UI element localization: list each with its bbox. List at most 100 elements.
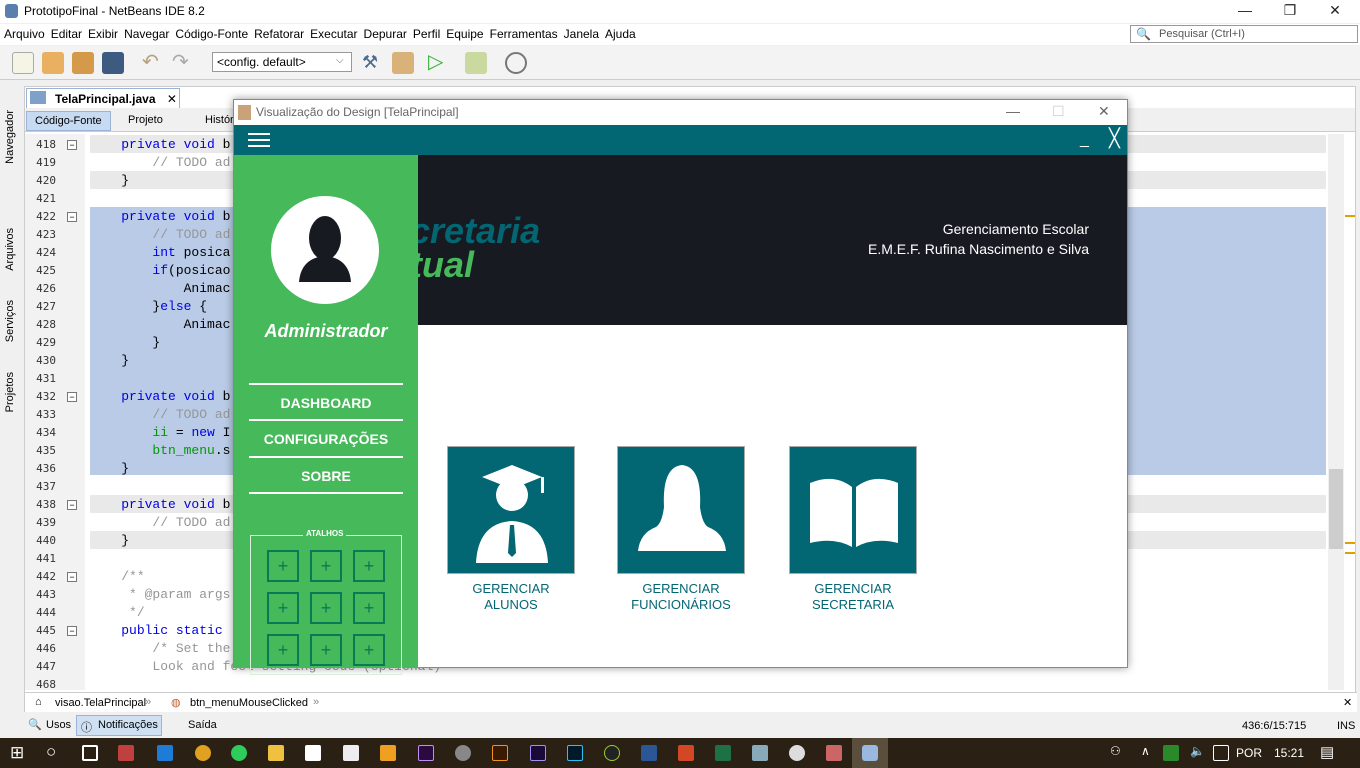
scroll-thumb[interactable] — [1329, 469, 1343, 549]
build-icon[interactable]: ⚒ — [362, 52, 384, 74]
file-tab[interactable]: TelaPrincipal.java ✕ — [26, 88, 180, 108]
code-line[interactable]: btn_menu.s — [90, 442, 230, 460]
tab-saida[interactable]: Saída — [188, 719, 217, 731]
code-line[interactable]: /** — [90, 568, 144, 586]
menu-item[interactable]: Editar — [51, 27, 82, 41]
menu-item[interactable]: Equipe — [446, 27, 483, 41]
undo-icon[interactable]: ↶ — [142, 52, 164, 74]
fold-icon[interactable]: − — [67, 572, 77, 582]
app-icon[interactable] — [455, 745, 471, 761]
code-line[interactable]: private void b — [90, 136, 230, 154]
powerpoint-icon[interactable] — [678, 745, 694, 761]
language-indicator[interactable]: POR — [1236, 746, 1262, 760]
vectr-icon[interactable] — [380, 745, 396, 761]
menu-item[interactable]: Ajuda — [605, 27, 636, 41]
app-icon[interactable] — [826, 745, 842, 761]
battery-app-icon[interactable] — [1163, 745, 1179, 761]
side-tab-navegador[interactable]: Navegador — [4, 110, 16, 164]
app-chart-icon[interactable] — [118, 745, 134, 761]
fold-icon[interactable]: − — [67, 140, 77, 150]
breadcrumb-method[interactable]: btn_menuMouseClicked — [190, 697, 308, 709]
clean-build-icon[interactable] — [392, 52, 414, 74]
run-icon[interactable]: ▷ — [428, 52, 450, 74]
task-view-icon[interactable] — [82, 745, 98, 761]
tile-button[interactable] — [447, 446, 575, 574]
tile-button[interactable] — [617, 446, 745, 574]
windows-start-icon[interactable]: ⊞ — [10, 743, 24, 763]
open-project-icon[interactable] — [72, 52, 94, 74]
code-line[interactable]: }else { — [90, 298, 207, 316]
search-input[interactable]: Pesquisar (Ctrl+I) — [1130, 25, 1358, 43]
code-line[interactable]: Animac — [90, 280, 231, 298]
code-line[interactable]: if(posicao — [90, 262, 230, 280]
profile-icon[interactable] — [505, 52, 527, 74]
debug-icon[interactable] — [465, 52, 487, 74]
code-line[interactable]: // TODO ad — [90, 226, 230, 244]
shortcut-add-button[interactable]: + — [353, 592, 385, 624]
side-tab-projetos[interactable]: Projetos — [4, 372, 16, 412]
tab-codigo-fonte[interactable]: Código-Fonte — [26, 111, 111, 131]
config-select[interactable]: <config. default> — [212, 52, 352, 72]
code-line[interactable]: // TODO ad — [90, 406, 230, 424]
menu-item[interactable]: Depurar — [364, 27, 407, 41]
tab-projeto[interactable]: Projeto — [120, 111, 171, 131]
code-line[interactable]: private void b — [90, 496, 230, 514]
notifications-icon[interactable]: ▤ — [1320, 743, 1334, 761]
close-breadcrumb-icon[interactable]: ✕ — [1343, 696, 1352, 709]
close-tab-icon[interactable]: ✕ — [167, 92, 177, 106]
menu-item[interactable]: Código-Fonte — [175, 27, 248, 41]
new-file-icon[interactable] — [12, 52, 34, 74]
after-effects-icon[interactable] — [530, 745, 546, 761]
fold-icon[interactable]: − — [67, 626, 77, 636]
inkscape-icon[interactable] — [604, 745, 620, 761]
minimize-button[interactable]: — — [1006, 103, 1020, 119]
shortcut-add-button[interactable]: + — [310, 592, 342, 624]
app-icon[interactable] — [789, 745, 805, 761]
shortcut-add-button[interactable]: + — [353, 550, 385, 582]
code-line[interactable]: Animac — [90, 316, 231, 334]
side-tab-servicos[interactable]: Serviços — [4, 300, 16, 342]
code-line[interactable]: * @param args — [90, 586, 230, 604]
code-line[interactable]: public static — [90, 622, 222, 640]
maximize-button[interactable]: ❐ — [1275, 2, 1305, 19]
app-close-icon[interactable]: ╳ — [1109, 128, 1120, 149]
mail-icon[interactable] — [343, 745, 359, 761]
menu-configuracoes[interactable]: CONFIGURAÇÕES — [249, 421, 403, 457]
whatsapp-icon[interactable] — [231, 745, 247, 761]
tile-label[interactable]: GERENCIAR FUNCIONÁRIOS — [611, 581, 751, 613]
cortana-icon[interactable]: ○ — [46, 742, 56, 762]
breadcrumb-class[interactable]: visao.TelaPrincipal — [55, 697, 146, 709]
shortcut-add-button[interactable]: + — [267, 550, 299, 582]
code-line[interactable]: } — [90, 352, 129, 370]
shortcut-add-button[interactable]: + — [310, 634, 342, 666]
word-icon[interactable] — [641, 745, 657, 761]
app-minimize-icon[interactable]: _ — [1080, 131, 1089, 149]
menu-dashboard[interactable]: DASHBOARD — [249, 385, 403, 421]
file-explorer-icon[interactable] — [268, 745, 284, 761]
menu-sobre[interactable]: SOBRE — [249, 458, 403, 494]
close-button[interactable]: ✕ — [1320, 2, 1350, 19]
redo-icon[interactable]: ↷ — [172, 52, 194, 74]
side-tab-arquivos[interactable]: Arquivos — [4, 228, 16, 271]
edge-icon[interactable] — [157, 745, 173, 761]
code-line[interactable]: */ — [90, 604, 145, 622]
code-line[interactable]: } — [90, 460, 129, 478]
volume-icon[interactable]: 🔈 — [1190, 744, 1205, 758]
excel-icon[interactable] — [715, 745, 731, 761]
chevron-up-icon[interactable]: ∧ — [1141, 744, 1150, 758]
fold-icon[interactable]: − — [67, 500, 77, 510]
code-line[interactable]: ii = new I — [90, 424, 230, 442]
code-line[interactable]: // TODO ad — [90, 514, 230, 532]
chrome-icon[interactable] — [195, 745, 211, 761]
code-line[interactable]: private void b — [90, 388, 230, 406]
tab-notificacoes[interactable]: ⓘ Notificações — [76, 715, 162, 736]
hamburger-menu-icon[interactable] — [248, 133, 270, 147]
code-line[interactable]: private void b — [90, 208, 230, 226]
code-line[interactable]: /* Set the — [90, 640, 230, 658]
store-icon[interactable] — [305, 745, 321, 761]
menu-item[interactable]: Refatorar — [254, 27, 304, 41]
shortcut-add-button[interactable]: + — [267, 592, 299, 624]
vertical-scrollbar[interactable] — [1328, 134, 1344, 690]
save-all-icon[interactable] — [102, 52, 124, 74]
code-line[interactable]: } — [90, 334, 160, 352]
